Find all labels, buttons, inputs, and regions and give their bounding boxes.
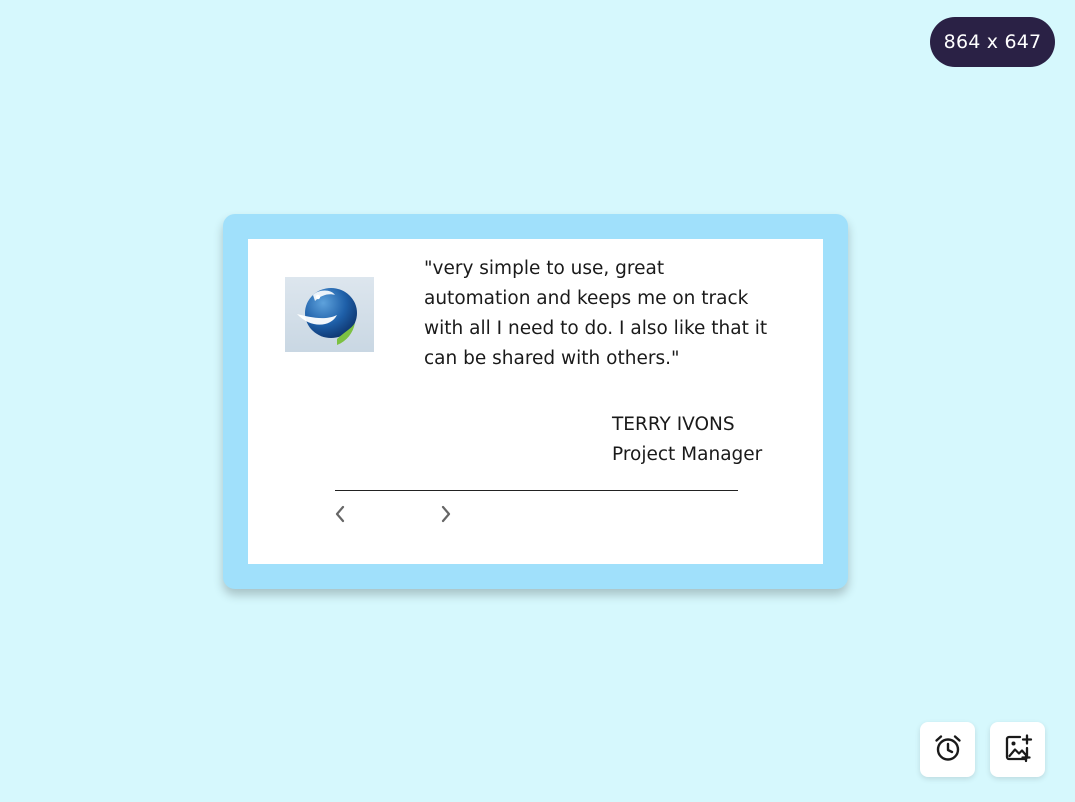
alarm-button[interactable] (920, 722, 975, 777)
next-testimonial-button[interactable] (436, 505, 456, 527)
add-photo-icon (1003, 733, 1033, 767)
previous-testimonial-button[interactable] (330, 505, 350, 527)
testimonial-card-body: "very simple to use, great automation an… (248, 239, 823, 564)
add-image-button[interactable] (990, 722, 1045, 777)
testimonial-card: "very simple to use, great automation an… (223, 214, 848, 589)
testimonial-quote: "very simple to use, great automation an… (424, 258, 768, 369)
alarm-clock-icon (933, 733, 963, 767)
viewport-size-label: 864 x 647 (943, 31, 1042, 53)
testimonial-author-role: Project Manager (612, 444, 763, 465)
bird-logo-icon (285, 277, 374, 352)
testimonial-divider (335, 490, 738, 491)
viewport-size-badge: 864 x 647 (930, 17, 1055, 67)
chevron-right-icon (440, 505, 452, 527)
testimonial-author-name: TERRY IVONS (612, 414, 735, 435)
chevron-left-icon (334, 505, 346, 527)
